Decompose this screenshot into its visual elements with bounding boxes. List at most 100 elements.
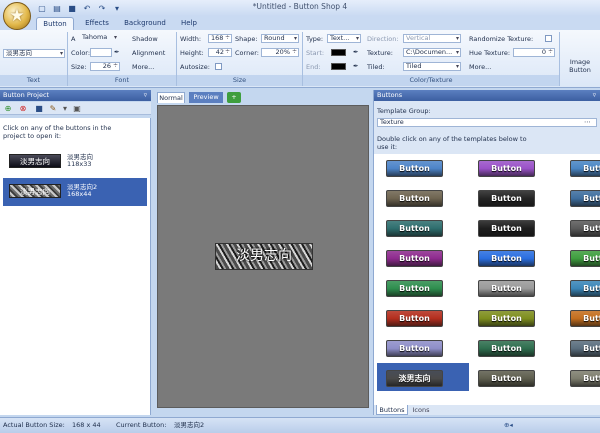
font-color-swatch[interactable] (90, 48, 112, 57)
font-size-input[interactable]: 26 (90, 62, 120, 71)
project-item[interactable]: 淡男志向 淡男志向 118x33 (3, 148, 147, 176)
corner-input[interactable]: 20% (261, 48, 299, 57)
tab-background[interactable]: Background (120, 17, 170, 30)
height-input[interactable]: 42 (208, 48, 232, 57)
template-tile[interactable]: Button (386, 340, 443, 357)
tab-button[interactable]: Button (36, 17, 74, 30)
template-tile[interactable]: Button (386, 280, 443, 297)
template-tile[interactable]: Button (478, 220, 535, 237)
template-tile[interactable]: Button (478, 160, 535, 177)
button-thumbnail: 淡男志向 (9, 154, 61, 168)
font-more-button[interactable]: More... (132, 63, 154, 71)
template-tile[interactable]: Button (386, 310, 443, 327)
project-hint: Click on any of the buttons in the proje… (3, 124, 112, 140)
type-select[interactable]: Text... (327, 34, 361, 43)
hue-texture-label: Hue Texture: (469, 49, 511, 57)
shape-select[interactable]: Round (261, 34, 299, 43)
add-icon[interactable]: ⊕ (3, 104, 13, 113)
buttons-pane: Buttons ▿ Template Group: Texture ⋯ Doub… (373, 90, 600, 415)
actual-size-label: Actual Button Size: (3, 421, 65, 429)
template-tile[interactable]: Button (386, 190, 443, 207)
app-menu-button[interactable]: ★ (3, 2, 31, 30)
tab-help[interactable]: Help (175, 17, 203, 30)
text-input[interactable]: 淡男志向 (3, 49, 65, 58)
color-more-button[interactable]: More... (469, 63, 491, 71)
ribbon: 淡男志向 Text A Tahoma Color: ✒ Size: 26 Sha… (0, 30, 600, 88)
template-tile[interactable]: Button (478, 370, 535, 387)
template-tile[interactable]: Button (570, 370, 600, 387)
edit-icon[interactable]: ✎ (48, 104, 58, 113)
text-group-title: Text (0, 75, 67, 86)
add-tab-icon[interactable]: + (227, 92, 241, 103)
tiled-label: Tiled: (367, 63, 385, 71)
delete-icon[interactable]: ⊗ (18, 104, 28, 113)
color-texture-group: Type: Text... Start: ✒ End: ✒ Direction:… (303, 32, 560, 86)
template-tile[interactable]: Button (478, 340, 535, 357)
status-bar: Actual Button Size: 168 x 44 Current But… (0, 417, 600, 433)
start-label: Start: (306, 49, 325, 57)
star-icon: ★ (9, 5, 25, 26)
template-tile[interactable]: Button (478, 280, 535, 297)
texture-select[interactable]: C:\Documen... (403, 48, 461, 57)
pane-menu-icon[interactable]: ▿ (144, 90, 147, 101)
template-tile[interactable]: Button (386, 160, 443, 177)
template-tile[interactable]: Button (570, 160, 600, 177)
template-grid: Button Button Button Button Button Button Butt… (374, 154, 600, 405)
corner-label: Corner: (235, 49, 259, 57)
more-options-icon[interactable]: ⋯ (584, 118, 591, 126)
ribbon-tabs: Button Effects Background Help (0, 16, 600, 30)
current-button-label: Current Button: (116, 421, 167, 429)
project-toolbar: ⊕ ⊗ ■ ✎ ▾ ▣ (0, 102, 151, 115)
button-thumbnail: 淡男志向 (9, 184, 61, 198)
export-icon[interactable]: ▣ (72, 104, 82, 113)
pane-menu-icon[interactable]: ▿ (593, 90, 596, 101)
template-group-select[interactable]: Texture (377, 118, 597, 127)
font-icon: A (71, 35, 76, 43)
project-item-selected[interactable]: 淡男志向 淡男志向2 168x44 (3, 178, 147, 206)
start-color-swatch[interactable] (331, 49, 346, 56)
end-color-swatch[interactable] (331, 63, 346, 70)
direction-select[interactable]: Vertical (403, 34, 461, 43)
template-tile[interactable]: Button (386, 250, 443, 267)
template-tile[interactable]: Button (478, 250, 535, 267)
pane-title: Button Project (3, 91, 50, 99)
image-button[interactable]: Image Button (562, 58, 598, 74)
tab-effects[interactable]: Effects (80, 17, 114, 30)
autosize-checkbox[interactable] (215, 63, 222, 70)
shape-label: Shape: (235, 35, 258, 43)
size-group-title: Size (177, 75, 302, 86)
template-group-label: Template Group: (377, 107, 431, 115)
template-tile[interactable]: 淡男志向 (386, 370, 443, 387)
button-canvas[interactable]: 淡男志向 (157, 105, 369, 408)
randomize-texture-checkbox[interactable] (545, 35, 552, 42)
eyedropper-icon[interactable]: ✒ (353, 62, 358, 70)
shadow-button[interactable]: Shadow (132, 35, 158, 43)
template-tile[interactable]: Button (478, 310, 535, 327)
height-label: Height: (180, 49, 204, 57)
template-tile[interactable]: Button (570, 310, 600, 327)
font-family-select[interactable]: Tahoma (80, 34, 118, 43)
dropdown-icon[interactable]: ▾ (60, 104, 70, 113)
template-tile[interactable]: Button (478, 190, 535, 207)
tab-buttons[interactable]: Buttons (376, 405, 408, 415)
eyedropper-icon[interactable]: ✒ (353, 48, 358, 56)
zoom-icon[interactable]: ⊕◂ (504, 418, 513, 433)
alignment-button[interactable]: Alignment (132, 49, 165, 57)
button-preview[interactable]: 淡男志向 (215, 243, 313, 270)
tab-preview[interactable]: Preview (189, 92, 223, 103)
actual-size-value: 168 x 44 (72, 421, 101, 429)
width-input[interactable]: 168 (208, 34, 232, 43)
template-tile[interactable]: Button (570, 250, 600, 267)
tab-normal[interactable]: Normal (157, 92, 185, 103)
save-icon[interactable]: ■ (34, 104, 44, 113)
tab-icons[interactable]: Icons (410, 405, 432, 415)
project-list-pane: Click on any of the buttons in the proje… (0, 118, 151, 415)
template-tile[interactable]: Button (570, 280, 600, 297)
template-tile[interactable]: Button (570, 190, 600, 207)
hue-texture-input[interactable]: 0 (513, 48, 555, 57)
tiled-select[interactable]: Tiled (403, 62, 461, 71)
template-tile[interactable]: Button (386, 220, 443, 237)
eyedropper-icon[interactable]: ✒ (114, 48, 119, 56)
template-tile[interactable]: Button (570, 220, 600, 237)
template-tile[interactable]: Button (570, 340, 600, 357)
